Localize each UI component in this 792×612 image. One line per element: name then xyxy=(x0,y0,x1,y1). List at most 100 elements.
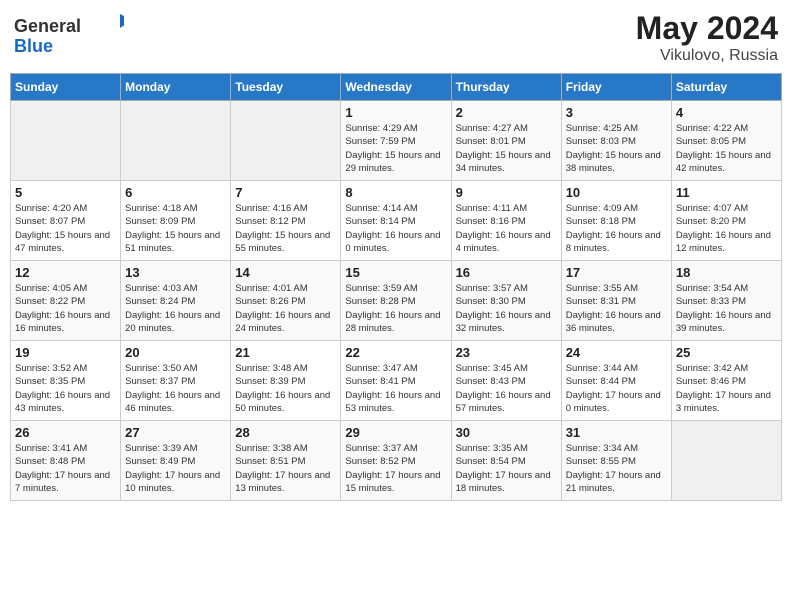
day-info: Sunrise: 4:29 AMSunset: 7:59 PMDaylight:… xyxy=(345,122,446,175)
calendar-cell-w2-d4: 9Sunrise: 4:11 AMSunset: 8:16 PMDaylight… xyxy=(451,181,561,261)
weekday-header-saturday: Saturday xyxy=(671,74,781,101)
weekday-header-wednesday: Wednesday xyxy=(341,74,451,101)
day-number: 5 xyxy=(15,185,116,200)
day-info: Sunrise: 4:25 AMSunset: 8:03 PMDaylight:… xyxy=(566,122,667,175)
calendar-cell-w4-d4: 23 Sunrise: 3:45 AMSunset: 8:43 PMDayligh… xyxy=(451,341,561,421)
day-number: 4 xyxy=(676,105,777,120)
day-number: 24 xyxy=(566,345,667,360)
day-info: Sunrise: 3:45 AMSunset: 8:43 PMDaylight:… xyxy=(456,362,557,415)
day-info: Sunrise: 4:22 AMSunset: 8:05 PMDaylight:… xyxy=(676,122,777,175)
weekday-header-monday: Monday xyxy=(121,74,231,101)
day-info: Sunrise: 4:09 AMSunset: 8:18 PMDaylight:… xyxy=(566,202,667,255)
day-info: Sunrise: 4:27 AMSunset: 8:01 PMDaylight:… xyxy=(456,122,557,175)
svg-text:Blue: Blue xyxy=(14,36,53,56)
calendar-cell-w5-d6 xyxy=(671,421,781,501)
calendar-cell-w3-d3: 15Sunrise: 3:59 AMSunset: 8:28 PMDayligh… xyxy=(341,261,451,341)
calendar-cell-w5-d0: 26 Sunrise: 3:41 AMSunset: 8:48 PMDayligh… xyxy=(11,421,121,501)
weekday-header-row: SundayMondayTuesdayWednesdayThursdayFrid… xyxy=(11,74,782,101)
month-year-title: May 2024 xyxy=(636,10,778,47)
day-info: Sunrise: 4:20 AMSunset: 8:07 PMDaylight:… xyxy=(15,202,116,255)
day-number: 8 xyxy=(345,185,446,200)
calendar-cell-w5-d5: 31 Sunrise: 3:34 AMSunset: 8:55 PMDayligh… xyxy=(561,421,671,501)
calendar-cell-w1-d1 xyxy=(121,101,231,181)
day-number: 28 xyxy=(235,425,336,440)
calendar-cell-w2-d5: 10 Sunrise: 4:09 AMSunset: 8:18 PMDayligh… xyxy=(561,181,671,261)
weekday-header-sunday: Sunday xyxy=(11,74,121,101)
title-block: May 2024 Vikulovo, Russia xyxy=(636,10,778,65)
week-row-1: 1 Sunrise: 4:29 AMSunset: 7:59 PMDaylight… xyxy=(11,101,782,181)
day-number: 15 xyxy=(345,265,446,280)
calendar-cell-w4-d2: 21 Sunrise: 3:48 AMSunset: 8:39 PMDayligh… xyxy=(231,341,341,421)
calendar-cell-w4-d6: 25Sunrise: 3:42 AMSunset: 8:46 PMDayligh… xyxy=(671,341,781,421)
day-info: Sunrise: 3:37 AMSunset: 8:52 PMDaylight:… xyxy=(345,442,446,495)
day-number: 6 xyxy=(125,185,226,200)
day-number: 10 xyxy=(566,185,667,200)
calendar-cell-w5-d4: 30Sunrise: 3:35 AMSunset: 8:54 PMDayligh… xyxy=(451,421,561,501)
calendar-cell-w3-d6: 18Sunrise: 3:54 AMSunset: 8:33 PMDayligh… xyxy=(671,261,781,341)
calendar-cell-w4-d5: 24 Sunrise: 3:44 AMSunset: 8:44 PMDayligh… xyxy=(561,341,671,421)
day-number: 21 xyxy=(235,345,336,360)
calendar-cell-w1-d6: 4 Sunrise: 4:22 AMSunset: 8:05 PMDaylight… xyxy=(671,101,781,181)
day-number: 16 xyxy=(456,265,557,280)
day-number: 3 xyxy=(566,105,667,120)
day-info: Sunrise: 4:14 AMSunset: 8:14 PMDaylight:… xyxy=(345,202,446,255)
week-row-2: 5 Sunrise: 4:20 AMSunset: 8:07 PMDaylight… xyxy=(11,181,782,261)
day-info: Sunrise: 3:57 AMSunset: 8:30 PMDaylight:… xyxy=(456,282,557,335)
day-number: 2 xyxy=(456,105,557,120)
day-number: 13 xyxy=(125,265,226,280)
calendar-cell-w2-d3: 8 Sunrise: 4:14 AMSunset: 8:14 PMDaylight… xyxy=(341,181,451,261)
calendar-cell-w1-d4: 2 Sunrise: 4:27 AMSunset: 8:01 PMDaylight… xyxy=(451,101,561,181)
calendar-cell-w2-d0: 5 Sunrise: 4:20 AMSunset: 8:07 PMDaylight… xyxy=(11,181,121,261)
calendar-cell-w4-d1: 20Sunrise: 3:50 AMSunset: 8:37 PMDayligh… xyxy=(121,341,231,421)
calendar-cell-w2-d1: 6 Sunrise: 4:18 AMSunset: 8:09 PMDaylight… xyxy=(121,181,231,261)
calendar-cell-w3-d0: 12Sunrise: 4:05 AMSunset: 8:22 PMDayligh… xyxy=(11,261,121,341)
day-info: Sunrise: 3:55 AMSunset: 8:31 PMDaylight:… xyxy=(566,282,667,335)
calendar-cell-w3-d1: 13 Sunrise: 4:03 AMSunset: 8:24 PMDayligh… xyxy=(121,261,231,341)
weekday-header-thursday: Thursday xyxy=(451,74,561,101)
day-number: 22 xyxy=(345,345,446,360)
location-subtitle: Vikulovo, Russia xyxy=(636,47,778,65)
day-info: Sunrise: 3:34 AMSunset: 8:55 PMDaylight:… xyxy=(566,442,667,495)
day-number: 31 xyxy=(566,425,667,440)
day-info: Sunrise: 4:05 AMSunset: 8:22 PMDaylight:… xyxy=(15,282,116,335)
day-info: Sunrise: 4:07 AMSunset: 8:20 PMDaylight:… xyxy=(676,202,777,255)
day-info: Sunrise: 3:44 AMSunset: 8:44 PMDaylight:… xyxy=(566,362,667,415)
day-info: Sunrise: 3:48 AMSunset: 8:39 PMDaylight:… xyxy=(235,362,336,415)
day-info: Sunrise: 4:03 AMSunset: 8:24 PMDaylight:… xyxy=(125,282,226,335)
calendar-cell-w3-d2: 14 Sunrise: 4:01 AMSunset: 8:26 PMDayligh… xyxy=(231,261,341,341)
day-number: 1 xyxy=(345,105,446,120)
weekday-header-tuesday: Tuesday xyxy=(231,74,341,101)
calendar-cell-w5-d2: 28 Sunrise: 3:38 AMSunset: 8:51 PMDayligh… xyxy=(231,421,341,501)
calendar-cell-w1-d5: 3 Sunrise: 4:25 AMSunset: 8:03 PMDaylight… xyxy=(561,101,671,181)
calendar-cell-w2-d6: 11Sunrise: 4:07 AMSunset: 8:20 PMDayligh… xyxy=(671,181,781,261)
day-number: 7 xyxy=(235,185,336,200)
day-number: 23 xyxy=(456,345,557,360)
day-number: 27 xyxy=(125,425,226,440)
calendar-cell-w5-d1: 27 Sunrise: 3:39 AMSunset: 8:49 PMDayligh… xyxy=(121,421,231,501)
day-info: Sunrise: 3:39 AMSunset: 8:49 PMDaylight:… xyxy=(125,442,226,495)
calendar-cell-w1-d2 xyxy=(231,101,341,181)
week-row-3: 12Sunrise: 4:05 AMSunset: 8:22 PMDayligh… xyxy=(11,261,782,341)
day-info: Sunrise: 3:41 AMSunset: 8:48 PMDaylight:… xyxy=(15,442,116,495)
calendar-table: SundayMondayTuesdayWednesdayThursdayFrid… xyxy=(10,73,782,501)
calendar-cell-w3-d4: 16 Sunrise: 3:57 AMSunset: 8:30 PMDayligh… xyxy=(451,261,561,341)
calendar-cell-w2-d2: 7 Sunrise: 4:16 AMSunset: 8:12 PMDaylight… xyxy=(231,181,341,261)
week-row-5: 26 Sunrise: 3:41 AMSunset: 8:48 PMDayligh… xyxy=(11,421,782,501)
day-info: Sunrise: 4:01 AMSunset: 8:26 PMDaylight:… xyxy=(235,282,336,335)
day-info: Sunrise: 3:47 AMSunset: 8:41 PMDaylight:… xyxy=(345,362,446,415)
day-info: Sunrise: 4:16 AMSunset: 8:12 PMDaylight:… xyxy=(235,202,336,255)
calendar-cell-w1-d3: 1 Sunrise: 4:29 AMSunset: 7:59 PMDaylight… xyxy=(341,101,451,181)
day-info: Sunrise: 4:18 AMSunset: 8:09 PMDaylight:… xyxy=(125,202,226,255)
day-number: 25 xyxy=(676,345,777,360)
day-number: 26 xyxy=(15,425,116,440)
day-info: Sunrise: 3:54 AMSunset: 8:33 PMDaylight:… xyxy=(676,282,777,335)
day-info: Sunrise: 4:11 AMSunset: 8:16 PMDaylight:… xyxy=(456,202,557,255)
page-header: General Blue May 2024 Vikulovo, Russia xyxy=(10,10,782,65)
day-number: 14 xyxy=(235,265,336,280)
calendar-cell-w3-d5: 17Sunrise: 3:55 AMSunset: 8:31 PMDayligh… xyxy=(561,261,671,341)
calendar-cell-w5-d3: 29Sunrise: 3:37 AMSunset: 8:52 PMDayligh… xyxy=(341,421,451,501)
weekday-header-friday: Friday xyxy=(561,74,671,101)
week-row-4: 19Sunrise: 3:52 AMSunset: 8:35 PMDayligh… xyxy=(11,341,782,421)
day-info: Sunrise: 3:38 AMSunset: 8:51 PMDaylight:… xyxy=(235,442,336,495)
day-info: Sunrise: 3:35 AMSunset: 8:54 PMDaylight:… xyxy=(456,442,557,495)
